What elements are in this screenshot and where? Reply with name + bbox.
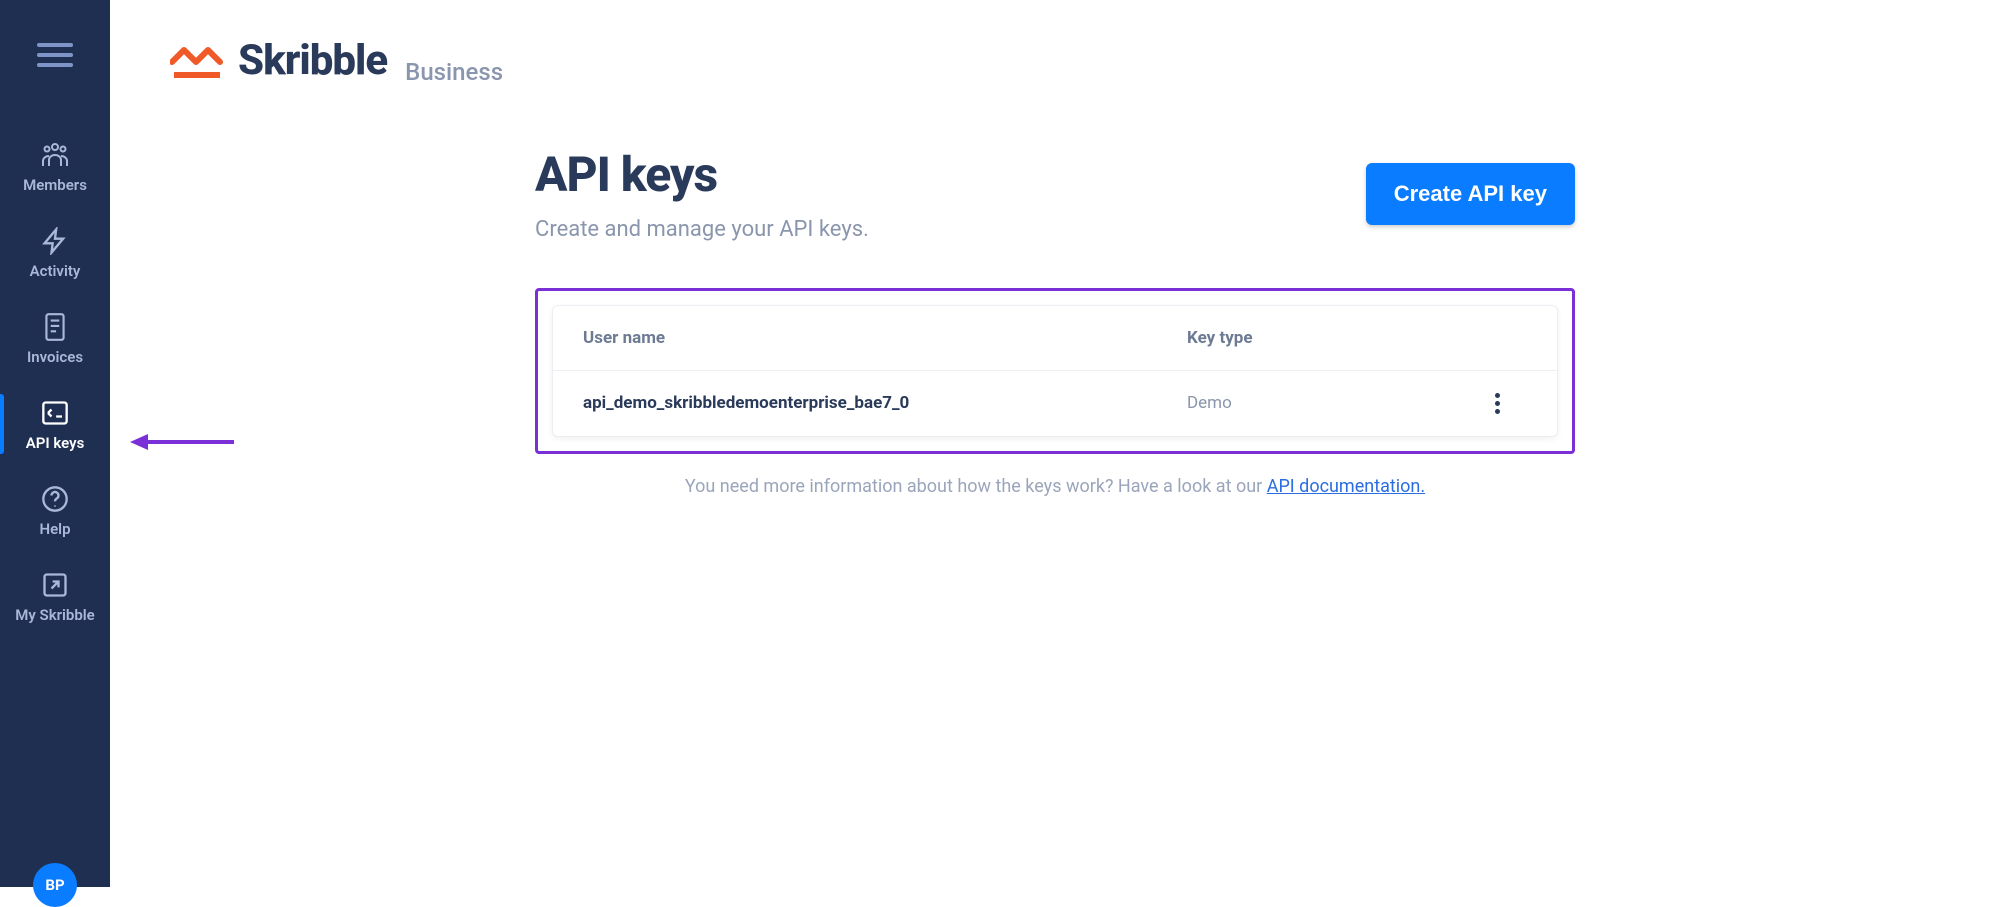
table-row: api_demo_skribbledemoenterprise_bae7_0 D… bbox=[553, 371, 1557, 436]
invoices-icon bbox=[42, 312, 68, 342]
api-keys-icon bbox=[41, 398, 69, 428]
members-icon bbox=[40, 140, 70, 170]
api-keys-table: User name Key type api_demo_skribbledemo… bbox=[552, 305, 1558, 437]
menu-icon[interactable] bbox=[37, 37, 73, 73]
sidebar-item-label: API keys bbox=[26, 434, 85, 452]
sidebar-item-my-skribble[interactable]: My Skribble bbox=[0, 560, 110, 632]
main-content: Skribble Business API keys Create and ma… bbox=[110, 0, 2000, 887]
table-header-row: User name Key type bbox=[553, 306, 1557, 371]
hint-prefix: You need more information about how the … bbox=[685, 476, 1267, 497]
page-title: API keys bbox=[535, 146, 869, 203]
more-icon bbox=[1495, 393, 1500, 414]
cell-keytype: Demo bbox=[1187, 393, 1467, 413]
brand: Skribble Business bbox=[150, 0, 1960, 116]
sidebar-item-label: My Skribble bbox=[15, 606, 95, 624]
brand-name: Skribble bbox=[238, 36, 387, 85]
api-keys-highlight: User name Key type api_demo_skribbledemo… bbox=[535, 288, 1575, 454]
avatar-initials: BP bbox=[45, 876, 64, 894]
page-subtitle: Create and manage your API keys. bbox=[535, 217, 869, 242]
sidebar-item-invoices[interactable]: Invoices bbox=[0, 302, 110, 374]
brand-logo-icon bbox=[170, 42, 228, 80]
sidebar-item-label: Members bbox=[23, 176, 87, 194]
help-icon bbox=[41, 484, 69, 514]
hint-text: You need more information about how the … bbox=[535, 454, 1575, 537]
row-actions-button[interactable] bbox=[1467, 393, 1527, 414]
sidebar-item-members[interactable]: Members bbox=[0, 130, 110, 202]
api-documentation-link[interactable]: API documentation. bbox=[1267, 476, 1425, 497]
col-username: User name bbox=[583, 328, 1187, 348]
brand-sub: Business bbox=[405, 58, 503, 86]
activity-icon bbox=[41, 226, 69, 256]
sidebar-item-label: Activity bbox=[30, 262, 81, 280]
avatar[interactable]: BP bbox=[33, 863, 77, 907]
sidebar-item-help[interactable]: Help bbox=[0, 474, 110, 546]
sidebar-item-label: Help bbox=[39, 520, 70, 538]
external-link-icon bbox=[41, 570, 69, 600]
sidebar-item-api-keys[interactable]: API keys bbox=[0, 388, 110, 460]
sidebar-item-activity[interactable]: Activity bbox=[0, 216, 110, 288]
col-keytype: Key type bbox=[1187, 328, 1467, 348]
cell-username: api_demo_skribbledemoenterprise_bae7_0 bbox=[583, 393, 1187, 413]
sidebar: Members Activity Invoices bbox=[0, 0, 110, 887]
create-api-key-button[interactable]: Create API key bbox=[1366, 163, 1575, 225]
sidebar-item-label: Invoices bbox=[27, 348, 83, 366]
